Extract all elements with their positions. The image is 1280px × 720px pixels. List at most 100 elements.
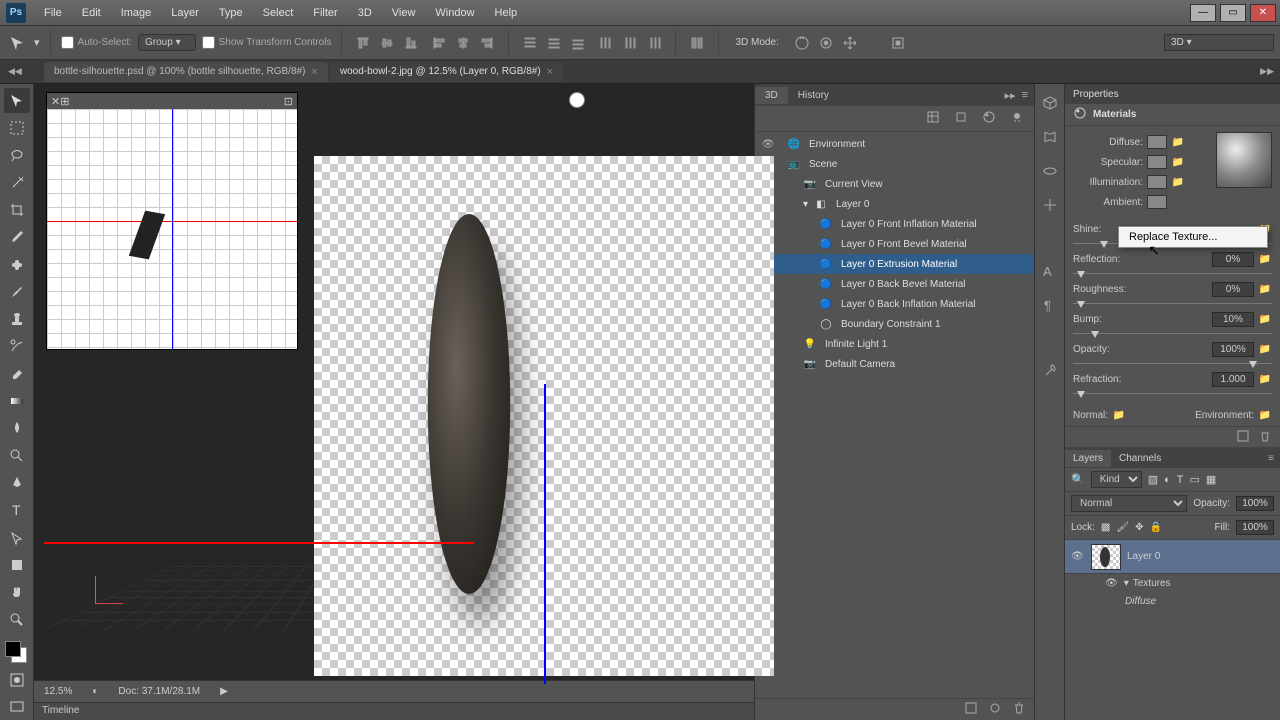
align-left-icon[interactable] <box>428 32 450 54</box>
axis-gizmo[interactable] <box>89 570 129 610</box>
brush-tool[interactable] <box>4 279 30 304</box>
properties-header[interactable]: Properties <box>1065 84 1280 104</box>
dodge-tool[interactable] <box>4 443 30 468</box>
distribute-left-icon[interactable] <box>595 32 617 54</box>
menu-3d[interactable]: 3D <box>348 3 382 23</box>
secondary-menu-icon[interactable]: ⊡ <box>284 95 293 108</box>
document-tab[interactable]: wood-bowl-2.jpg @ 12.5% (Layer 0, RGB/8#… <box>330 62 563 82</box>
visibility-icon[interactable]: 👁 <box>1105 578 1118 589</box>
tree-row[interactable]: 👁🔵Layer 0 Back Bevel Material <box>755 274 1034 294</box>
3d-rotate-icon[interactable] <box>791 32 813 54</box>
panel-menu-icon[interactable]: ≡ <box>1022 89 1028 102</box>
color-swatch[interactable] <box>1147 155 1167 169</box>
filter-mesh-icon[interactable] <box>954 110 968 127</box>
history-tab[interactable]: History <box>788 87 839 104</box>
normal-folder-icon[interactable]: 📁 <box>1112 408 1126 422</box>
3d-pan-icon[interactable] <box>839 32 861 54</box>
tree-row[interactable]: 👁💡Infinite Light 1 <box>755 334 1034 354</box>
texture-folder-icon[interactable]: 📁 <box>1171 135 1185 149</box>
layer-name[interactable]: Layer 0 <box>1127 551 1160 562</box>
filter-scene-icon[interactable] <box>926 110 940 127</box>
property-slider[interactable] <box>1065 390 1280 398</box>
color-swatch[interactable] <box>1147 195 1167 209</box>
wand-tool[interactable] <box>4 170 30 195</box>
dock-cap-icon[interactable] <box>1039 160 1061 182</box>
lock-transparency-icon[interactable]: ▩ <box>1101 522 1110 533</box>
zoom-slider-icon[interactable]: ◐ <box>92 686 98 697</box>
texture-folder-icon[interactable]: 📁 <box>1171 155 1185 169</box>
visibility-icon[interactable]: 👁 <box>1071 551 1085 562</box>
tree-row[interactable]: 👁🔵Layer 0 Extrusion Material <box>755 254 1034 274</box>
texture-folder-icon[interactable]: 📁 <box>1258 312 1272 326</box>
3d-tab[interactable]: 3D <box>755 87 788 104</box>
layers-menu-icon[interactable]: ≡ <box>1268 453 1280 464</box>
filter-shape-icon[interactable]: ▭ <box>1190 473 1200 486</box>
visibility-icon[interactable]: 👁 <box>761 139 775 150</box>
dock-character-icon[interactable]: A <box>1039 260 1061 282</box>
foreground-color-swatch[interactable] <box>5 641 21 657</box>
property-value[interactable]: 10% <box>1212 312 1254 327</box>
close-button[interactable]: ✕ <box>1250 4 1276 22</box>
tree-row[interactable]: 👁📺Scene <box>755 154 1034 174</box>
texture-folder-icon[interactable]: 📁 <box>1258 342 1272 356</box>
tree-row[interactable]: 👁🔵Layer 0 Front Bevel Material <box>755 234 1034 254</box>
layer-thumbnail[interactable] <box>1091 544 1121 570</box>
filter-kind-select[interactable]: Kind <box>1091 471 1142 488</box>
marquee-tool[interactable] <box>4 115 30 140</box>
timeline-panel-tab[interactable]: Timeline <box>34 702 754 720</box>
zoom-tool[interactable] <box>4 607 30 632</box>
gradient-tool[interactable] <box>4 388 30 413</box>
tree-row[interactable]: 👁🔵Layer 0 Back Inflation Material <box>755 294 1034 314</box>
property-value[interactable]: 0% <box>1212 252 1254 267</box>
distribute-hcenter-icon[interactable] <box>619 32 641 54</box>
tree-row[interactable]: 👁🔵Layer 0 Front Inflation Material <box>755 214 1034 234</box>
tree-row[interactable]: 👁◯Boundary Constraint 1 <box>755 314 1034 334</box>
texture-folder-icon[interactable]: 📁 <box>1258 282 1272 296</box>
color-swatches[interactable] <box>4 640 30 665</box>
trash-icon[interactable] <box>1258 429 1272 446</box>
lasso-tool[interactable] <box>4 143 30 168</box>
collapse-panel-icon[interactable]: ▸▸ <box>1005 89 1016 102</box>
environment-folder-icon[interactable]: 📁 <box>1258 408 1272 422</box>
filter-smart-icon[interactable]: ▦ <box>1206 473 1216 486</box>
auto-select-target[interactable]: Group ▾ <box>138 34 196 51</box>
menu-view[interactable]: View <box>382 3 426 23</box>
move-tool[interactable] <box>4 88 30 113</box>
minimize-button[interactable]: — <box>1190 4 1216 22</box>
property-value[interactable]: 1.000 <box>1212 372 1254 387</box>
menu-type[interactable]: Type <box>209 3 253 23</box>
history-brush-tool[interactable] <box>4 334 30 359</box>
type-tool[interactable]: T <box>4 498 30 523</box>
menu-help[interactable]: Help <box>485 3 528 23</box>
distribute-bottom-icon[interactable] <box>567 32 589 54</box>
tree-row[interactable]: 👁🌐Environment <box>755 134 1034 154</box>
stamp-tool[interactable] <box>4 307 30 332</box>
property-slider[interactable] <box>1065 330 1280 338</box>
zoom-level[interactable]: 12.5% <box>44 686 72 697</box>
tree-row[interactable]: 👁▾◧Layer 0 <box>755 194 1034 214</box>
property-value[interactable]: 100% <box>1212 342 1254 357</box>
align-hcenter-icon[interactable] <box>452 32 474 54</box>
lock-paint-icon[interactable]: 🖌 <box>1116 522 1129 533</box>
shape-tool[interactable] <box>4 552 30 577</box>
close-tab-icon[interactable]: × <box>547 66 553 78</box>
opacity-value[interactable]: 100% <box>1236 496 1274 511</box>
tree-row[interactable]: 📷Default Camera <box>755 354 1034 374</box>
lock-all-icon[interactable]: 🔒 <box>1149 522 1161 533</box>
layer-row[interactable]: 👁 Layer 0 <box>1065 540 1280 574</box>
menu-layer[interactable]: Layer <box>161 3 209 23</box>
replace-texture-item[interactable]: Replace Texture... <box>1119 227 1267 247</box>
dock-tools-icon[interactable] <box>1039 360 1061 382</box>
menu-edit[interactable]: Edit <box>72 3 111 23</box>
align-right-icon[interactable] <box>476 32 498 54</box>
move-tool-dropdown-icon[interactable]: ▾ <box>34 36 40 49</box>
lock-position-icon[interactable]: ✥ <box>1135 522 1143 533</box>
property-slider[interactable] <box>1065 270 1280 278</box>
expand-tabs-icon[interactable]: ▶▶ <box>1260 66 1280 77</box>
render-settings-icon[interactable] <box>964 701 978 718</box>
distribute-top-icon[interactable] <box>519 32 541 54</box>
tree-row[interactable]: 📷Current View <box>755 174 1034 194</box>
color-swatch[interactable] <box>1147 175 1167 189</box>
delete-icon[interactable] <box>1012 701 1026 718</box>
3d-slide-icon[interactable] <box>863 32 885 54</box>
